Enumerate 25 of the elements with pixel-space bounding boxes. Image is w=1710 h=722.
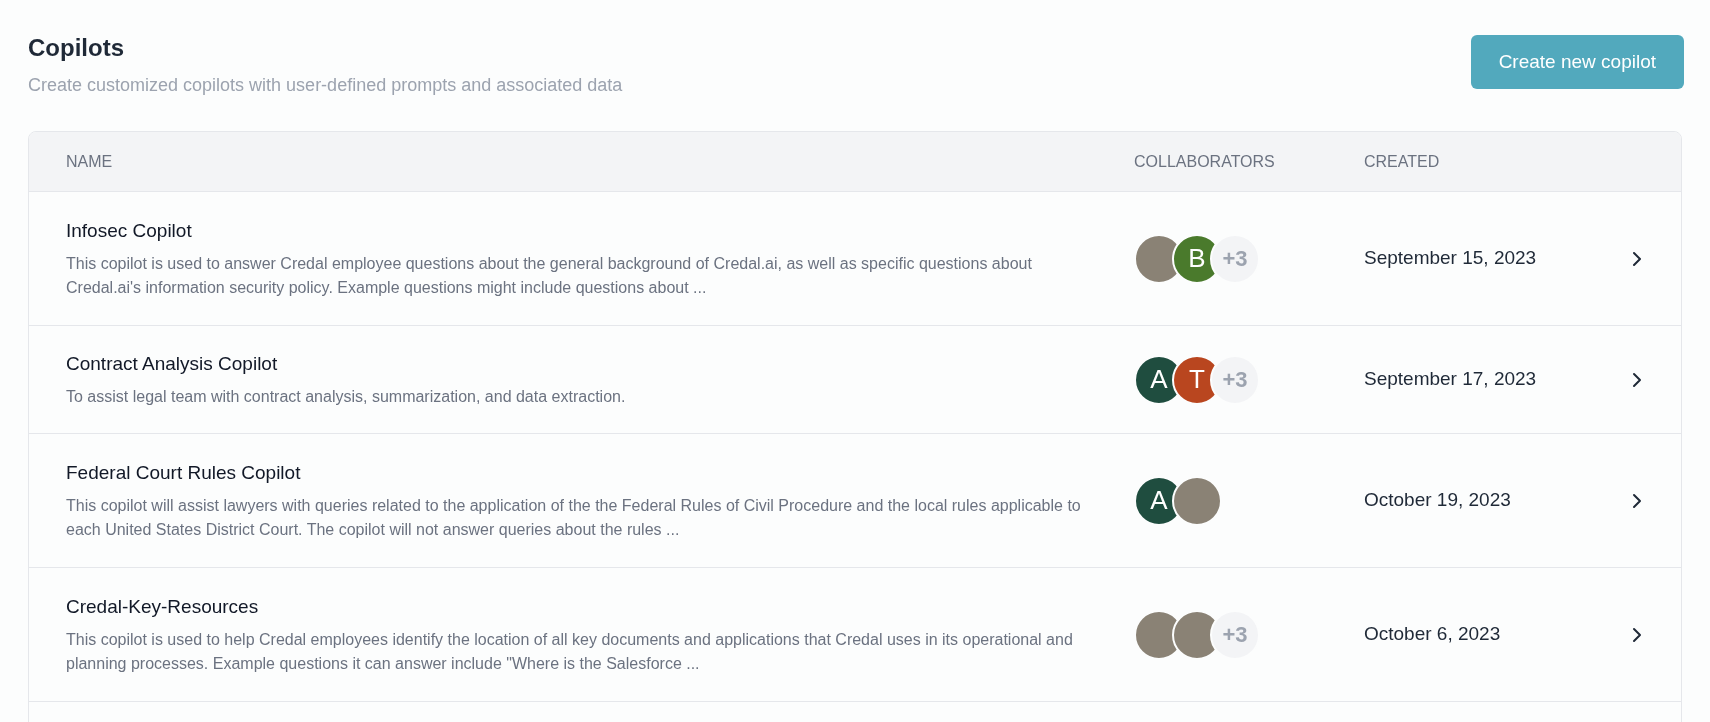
copilot-description: This copilot is used to help Credal employees identify the location of all key documents and applications that Credal uses in its operational and planning processes. Example questions it can answer include "Where is the Salesforce ...	[66, 629, 1074, 674]
created-date: October 19, 2023	[1364, 488, 1512, 513]
copilot-description: To assist legal team with contract analysis, summarization, and data extraction.	[66, 386, 627, 407]
page-title: Copilots	[28, 33, 125, 63]
chevron-right-icon	[1632, 250, 1642, 267]
created-date: September 17, 2023	[1364, 367, 1538, 392]
column-header: NAME	[66, 151, 114, 172]
created-date: September 15, 2023	[1364, 246, 1538, 271]
chevron-right-icon	[1632, 492, 1642, 509]
page-subtitle: Create customized copilots with user-defined prompts and associated data	[28, 74, 623, 97]
copilot-name: Federal Court Rules Copilot	[66, 461, 302, 486]
more-collaborators-count: +3	[1210, 233, 1260, 284]
copilot-name: Infosec Copilot	[66, 219, 193, 244]
column-header: COLLABORATORS	[1134, 151, 1276, 172]
column-header: CREATED	[1364, 151, 1440, 172]
copilot-description: This copilot will assist lawyers with queries related to the application of the the Federal Rules of Civil Procedure and the local rules applicable to each United States District Court. The copilot will not answer queries about the rules ...	[66, 495, 1082, 540]
copilot-name: Credal-Key-Resources	[66, 595, 260, 620]
copilot-description: This copilot is used to answer Credal employee questions about the general background of Credal.ai, as well as specific questions about Credal.ai's information security policy. Example questions might include questions about ...	[66, 253, 1033, 298]
copilot-row[interactable]: Contract Analysis Copilot To assist legal team with contract analysis, summarization, and data extraction. A T +3 September 17, 2023	[29, 326, 1681, 434]
copilot-name: Contract Analysis Copilot	[66, 352, 279, 377]
more-collaborators-count: +3	[1210, 354, 1260, 405]
created-date: October 6, 2023	[1364, 622, 1502, 647]
chevron-right-icon	[1632, 626, 1642, 643]
more-collaborators-count: +3	[1210, 609, 1260, 660]
chevron-right-icon	[1632, 371, 1642, 388]
